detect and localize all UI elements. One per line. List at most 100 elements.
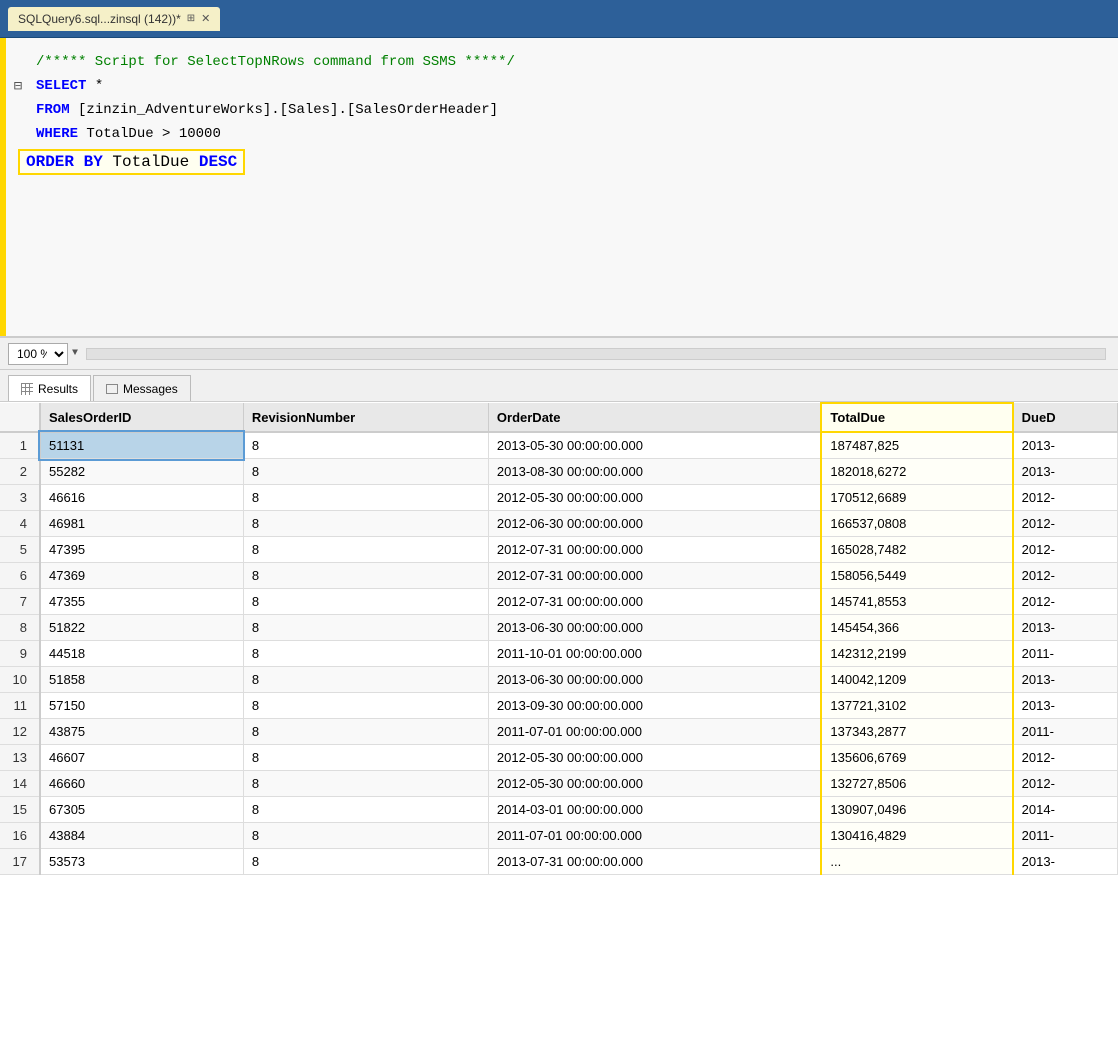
cell-rownum: 11 [0,693,40,719]
cell-dued: 2012- [1013,745,1118,771]
cell-orderdate: 2011-07-01 00:00:00.000 [488,719,821,745]
cell-revisionnumber: 8 [243,745,488,771]
cell-rownum: 1 [0,432,40,459]
cell-orderdate: 2012-05-30 00:00:00.000 [488,485,821,511]
cell-salesorderid: 67305 [40,797,243,823]
cell-salesorderid: 47355 [40,589,243,615]
cell-revisionnumber: 8 [243,589,488,615]
select-text: SELECT * [28,78,103,94]
cell-totaldue: 165028,7482 [821,537,1012,563]
col-orderdate: OrderDate [488,403,821,432]
cell-totaldue: ... [821,849,1012,875]
results-tabs: Results Messages [0,370,1118,402]
zoom-select[interactable]: 100 % 75 % 125 % [8,343,68,365]
cell-totaldue: 187487,825 [821,432,1012,459]
cell-dued: 2013- [1013,615,1118,641]
table-row[interactable]: 4 46981 8 2012-06-30 00:00:00.000 166537… [0,511,1118,537]
cell-orderdate: 2013-06-30 00:00:00.000 [488,667,821,693]
cell-orderdate: 2012-06-30 00:00:00.000 [488,511,821,537]
cell-totaldue: 142312,2199 [821,641,1012,667]
table-row[interactable]: 6 47369 8 2012-07-31 00:00:00.000 158056… [0,563,1118,589]
cell-revisionnumber: 8 [243,719,488,745]
cell-dued: 2013- [1013,432,1118,459]
table-row[interactable]: 17 53573 8 2013-07-31 00:00:00.000 ... 2… [0,849,1118,875]
table-row[interactable]: 12 43875 8 2011-07-01 00:00:00.000 13734… [0,719,1118,745]
table-row[interactable]: 1 51131 8 2013-05-30 00:00:00.000 187487… [0,432,1118,459]
query-tab[interactable]: SQLQuery6.sql...zinsql (142))* ⊞ ✕ [8,7,220,31]
main-content: /***** Script for SelectTopNRows command… [0,38,1118,1061]
grid-icon [21,383,33,395]
cell-revisionnumber: 8 [243,432,488,459]
code-line-comment: /***** Script for SelectTopNRows command… [0,50,1118,74]
cell-rownum: 15 [0,797,40,823]
table-row[interactable]: 2 55282 8 2013-08-30 00:00:00.000 182018… [0,459,1118,485]
cell-orderdate: 2012-05-30 00:00:00.000 [488,745,821,771]
cell-rownum: 2 [0,459,40,485]
cell-orderdate: 2013-07-31 00:00:00.000 [488,849,821,875]
table-row[interactable]: 3 46616 8 2012-05-30 00:00:00.000 170512… [0,485,1118,511]
pin-icon[interactable]: ⊞ [187,13,195,24]
cell-totaldue: 130907,0496 [821,797,1012,823]
table-row[interactable]: 14 46660 8 2012-05-30 00:00:00.000 13272… [0,771,1118,797]
data-table-wrapper: SalesOrderID RevisionNumber OrderDate To… [0,402,1118,1061]
table-row[interactable]: 9 44518 8 2011-10-01 00:00:00.000 142312… [0,641,1118,667]
cell-revisionnumber: 8 [243,797,488,823]
cell-orderdate: 2013-08-30 00:00:00.000 [488,459,821,485]
zoom-arrow-icon: ▼ [72,348,78,359]
code-line-empty-1 [0,174,1118,198]
results-table: SalesOrderID RevisionNumber OrderDate To… [0,402,1118,875]
table-row[interactable]: 13 46607 8 2012-05-30 00:00:00.000 13560… [0,745,1118,771]
cell-totaldue: 132727,8506 [821,771,1012,797]
cell-orderdate: 2013-05-30 00:00:00.000 [488,432,821,459]
cell-totaldue: 145741,8553 [821,589,1012,615]
cell-totaldue: 130416,4829 [821,823,1012,849]
table-body: 1 51131 8 2013-05-30 00:00:00.000 187487… [0,432,1118,875]
tab-results[interactable]: Results [8,375,91,401]
tab-messages-label: Messages [123,382,178,396]
cell-dued: 2011- [1013,641,1118,667]
cell-dued: 2012- [1013,485,1118,511]
col-dued: DueD [1013,403,1118,432]
table-row[interactable]: 15 67305 8 2014-03-01 00:00:00.000 13090… [0,797,1118,823]
cell-salesorderid: 53573 [40,849,243,875]
cell-totaldue: 140042,1209 [821,667,1012,693]
cell-orderdate: 2013-09-30 00:00:00.000 [488,693,821,719]
table-row[interactable]: 8 51822 8 2013-06-30 00:00:00.000 145454… [0,615,1118,641]
cell-dued: 2012- [1013,511,1118,537]
table-row[interactable]: 16 43884 8 2011-07-01 00:00:00.000 13041… [0,823,1118,849]
code-line-from: FROM [zinzin_AdventureWorks].[Sales].[Sa… [0,98,1118,122]
cell-salesorderid: 43875 [40,719,243,745]
minus-icon[interactable]: ⊟ [14,78,22,95]
cell-rownum: 9 [0,641,40,667]
cell-dued: 2012- [1013,771,1118,797]
table-row[interactable]: 7 47355 8 2012-07-31 00:00:00.000 145741… [0,589,1118,615]
table-row[interactable]: 5 47395 8 2012-07-31 00:00:00.000 165028… [0,537,1118,563]
cell-revisionnumber: 8 [243,511,488,537]
tab-messages[interactable]: Messages [93,375,191,401]
tab-label: SQLQuery6.sql...zinsql (142))* [18,12,181,26]
close-icon[interactable]: ✕ [201,12,210,25]
code-line-select: ⊟ SELECT * [0,74,1118,98]
messages-icon [106,384,118,394]
cell-revisionnumber: 8 [243,823,488,849]
editor-area[interactable]: /***** Script for SelectTopNRows command… [0,38,1118,338]
table-row[interactable]: 10 51858 8 2013-06-30 00:00:00.000 14004… [0,667,1118,693]
code-line-orderby: ORDER BY TotalDue DESC [0,150,1118,174]
cell-salesorderid: 55282 [40,459,243,485]
cell-salesorderid: 46660 [40,771,243,797]
cell-rownum: 10 [0,667,40,693]
table-row[interactable]: 11 57150 8 2013-09-30 00:00:00.000 13772… [0,693,1118,719]
col-rownum [0,403,40,432]
cell-dued: 2013- [1013,459,1118,485]
cell-revisionnumber: 8 [243,459,488,485]
collapse-indicator[interactable]: ⊟ [8,78,28,95]
cell-dued: 2014- [1013,797,1118,823]
cell-revisionnumber: 8 [243,641,488,667]
cell-salesorderid: 43884 [40,823,243,849]
horizontal-scrollbar[interactable] [86,348,1106,360]
cell-salesorderid: 57150 [40,693,243,719]
cell-salesorderid: 51131 [40,432,243,459]
cell-dued: 2013- [1013,667,1118,693]
cell-revisionnumber: 8 [243,563,488,589]
zoom-bar: 100 % 75 % 125 % ▼ [0,338,1118,370]
